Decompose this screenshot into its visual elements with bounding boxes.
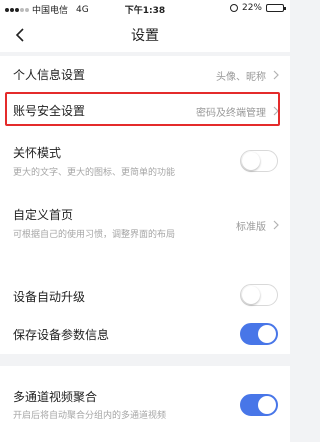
care-mode-label: 关怀模式 (13, 146, 62, 160)
toggle-knob (242, 286, 260, 304)
custom-home-desc: 可根据自己的使用习惯，调整界面的布局 (13, 230, 176, 240)
multi-channel-desc: 开启后将自动聚合分组内的多通道视频 (13, 411, 167, 421)
auto-upgrade-row: 设备自动升级 (0, 274, 290, 314)
custom-home-value: 标准版 (236, 222, 266, 233)
care-mode-desc: 更大的文字、更大的图标、更简单的功能 (13, 168, 176, 178)
settings-group-device: 设备自动升级 保存设备参数信息 (0, 274, 290, 354)
battery-icon (266, 4, 286, 12)
status-right: 22% (229, 3, 286, 13)
settings-group-video: 多通道视频聚合 开启后将自动聚合分组内的多通道视频 (0, 366, 290, 442)
multi-channel-row: 多通道视频聚合 开启后将自动聚合分组内的多通道视频 (0, 366, 290, 428)
save-params-row: 保存设备参数信息 (0, 314, 290, 354)
profile-settings-label: 个人信息设置 (13, 68, 86, 82)
alarm-icon (229, 4, 238, 12)
page-title: 设置 (131, 28, 159, 44)
care-mode-row: 关怀模式 更大的文字、更大的图标、更简单的功能 (0, 136, 290, 190)
auto-upgrade-label: 设备自动升级 (13, 290, 86, 304)
save-params-label: 保存设备参数信息 (13, 328, 110, 342)
profile-settings-row[interactable]: 个人信息设置 头像、昵称 (0, 56, 290, 94)
battery-percent: 22% (241, 3, 262, 13)
toggle-knob (258, 396, 276, 414)
save-params-toggle[interactable] (240, 323, 278, 345)
profile-settings-value: 头像、昵称 (216, 72, 266, 83)
custom-home-row[interactable]: 自定义首页 可根据自己的使用习惯，调整界面的布局 标准版 (0, 196, 290, 252)
custom-home-label: 自定义首页 (13, 208, 74, 222)
highlight-box (5, 92, 280, 126)
chevron-right-icon (273, 70, 279, 80)
chevron-right-icon (273, 220, 279, 230)
auto-upgrade-toggle[interactable] (240, 284, 278, 306)
multi-channel-toggle[interactable] (240, 394, 278, 416)
status-bar: 中国电信 4G 下午1:38 22% (0, 0, 290, 18)
settings-group-main: 个人信息设置 头像、昵称 账号安全设置 密码及终端管理 关怀模式 更大的文字、更… (0, 56, 290, 274)
nav-bar: 设置 (0, 18, 290, 52)
multi-channel-label: 多通道视频聚合 (13, 390, 98, 404)
care-mode-toggle[interactable] (240, 150, 278, 172)
toggle-knob (258, 325, 276, 343)
toggle-knob (242, 152, 260, 170)
